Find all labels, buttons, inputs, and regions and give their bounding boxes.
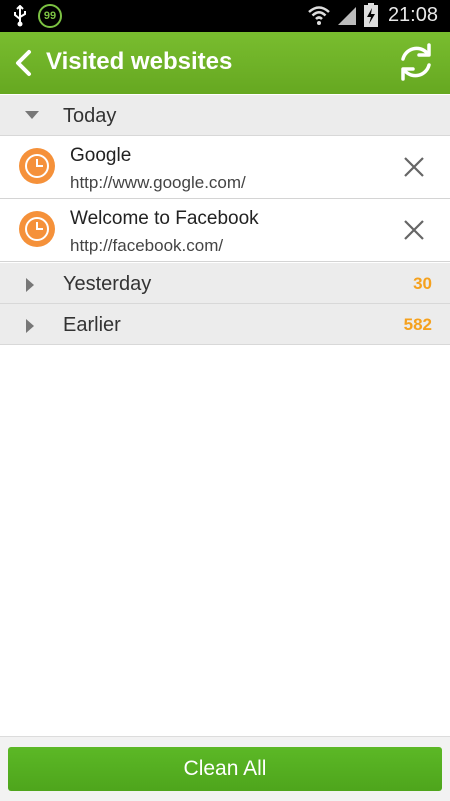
status-bar-right: 21:08 [308,3,438,27]
history-item[interactable]: Google http://www.google.com/ [0,136,450,199]
clean-all-button[interactable]: Clean All [8,747,442,791]
history-item-url: http://facebook.com/ [70,236,224,255]
section-label: Today [63,105,117,127]
clock-icon [19,148,55,184]
history-item[interactable]: Welcome to Facebook http://facebook.com/ [0,199,450,262]
close-icon[interactable] [403,219,425,241]
status-bar: 99 21:08 [0,0,450,32]
section-label: Earlier [63,314,121,336]
clock-time: 21:08 [387,3,438,26]
back-button[interactable] [12,49,36,77]
section-header-earlier[interactable]: Earlier 582 [0,304,450,345]
history-item-title: Google [70,145,132,166]
section-header-yesterday[interactable]: Yesterday 30 [0,263,450,304]
signal-icon [337,7,356,25]
app-bar: Visited websites [0,32,450,94]
history-item-url: http://www.google.com/ [70,173,246,192]
caret-down-icon [25,111,39,119]
section-count: 30 [413,274,432,293]
footer-bar: Clean All [0,736,450,801]
usb-icon [14,5,26,27]
caret-right-icon [26,319,34,333]
history-item-title: Welcome to Facebook [70,208,259,229]
close-icon[interactable] [403,156,425,178]
clock-icon [19,211,55,247]
section-label: Yesterday [63,273,152,295]
chevron-left-icon [16,50,31,76]
battery-charging-icon [363,3,378,27]
status-bar-left: 99 [12,4,62,28]
section-header-today[interactable]: Today [0,95,450,136]
wifi-icon [308,6,330,25]
caret-right-icon [26,278,34,292]
section-count: 582 [403,315,432,334]
page-title: Visited websites [46,48,233,75]
refresh-icon [401,43,431,81]
refresh-button[interactable] [396,42,436,82]
battery-level-badge: 99 [38,4,62,28]
